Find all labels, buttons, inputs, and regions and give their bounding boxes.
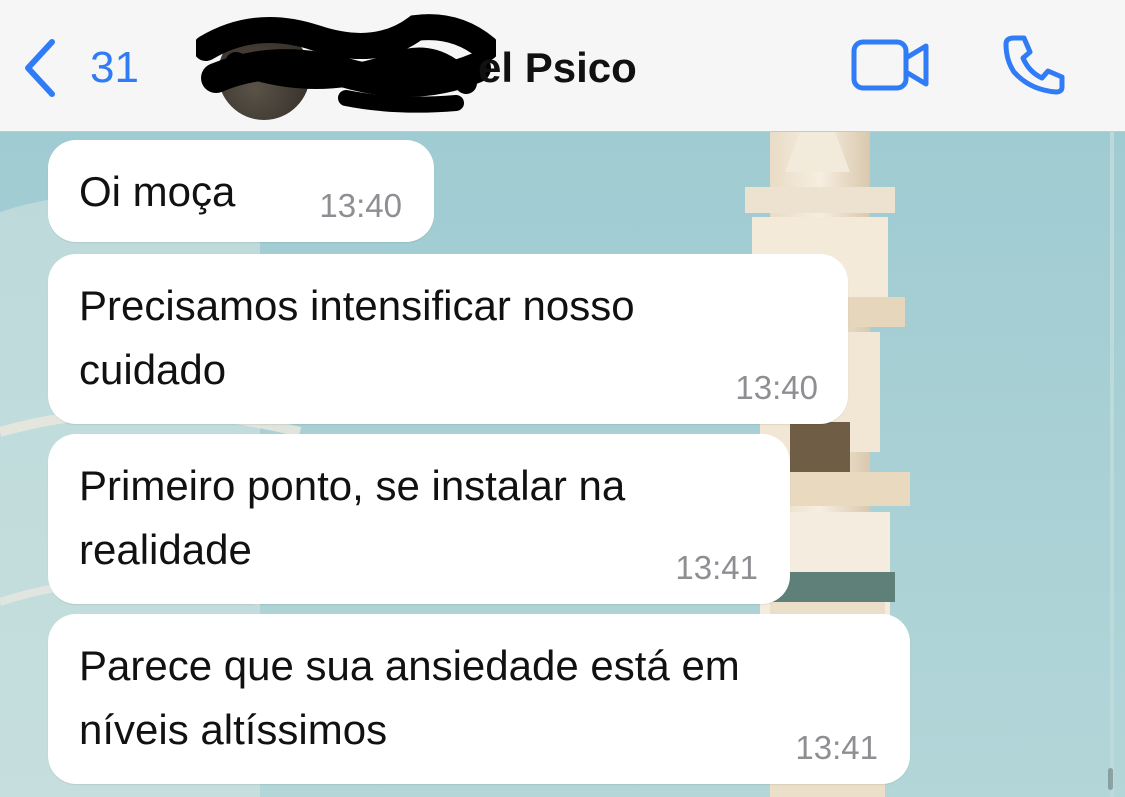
message-timestamp: 13:41 <box>795 729 878 766</box>
message-text: Parece que sua ansiedade está em níveis … <box>79 642 740 753</box>
voice-call-button[interactable] <box>1000 32 1068 101</box>
video-camera-icon <box>851 39 929 91</box>
chat-header: 31 el Psico <box>0 0 1125 132</box>
chat-screen: 31 el Psico Oi moça 13:40 Precisamos int… <box>0 0 1125 797</box>
redaction-scribble <box>196 14 496 113</box>
message-timestamp: 13:41 <box>675 549 758 586</box>
message-bubble[interactable]: Oi moça 13:40 <box>48 140 434 242</box>
phone-icon <box>1003 35 1065 95</box>
message-bubble[interactable]: Primeiro ponto, se instalar na realidade… <box>48 434 790 604</box>
message-text: Primeiro ponto, se instalar na realidade <box>79 462 626 573</box>
message-bubble[interactable]: Parece que sua ansiedade está em níveis … <box>48 614 910 784</box>
chevron-left-icon <box>25 39 55 97</box>
message-timestamp: 13:40 <box>735 369 818 406</box>
message-bubble[interactable]: Precisamos intensificar nosso cuidado 13… <box>48 254 848 424</box>
message-text: Oi moça <box>79 168 236 215</box>
unread-count: 31 <box>90 43 139 92</box>
back-button[interactable]: 31 <box>22 36 139 100</box>
message-text: Precisamos intensificar nosso cuidado <box>79 282 635 393</box>
scrollbar[interactable] <box>1108 768 1113 790</box>
message-timestamp: 13:40 <box>319 187 402 224</box>
contact-name[interactable]: el Psico <box>478 44 637 92</box>
video-call-button[interactable] <box>850 38 932 97</box>
